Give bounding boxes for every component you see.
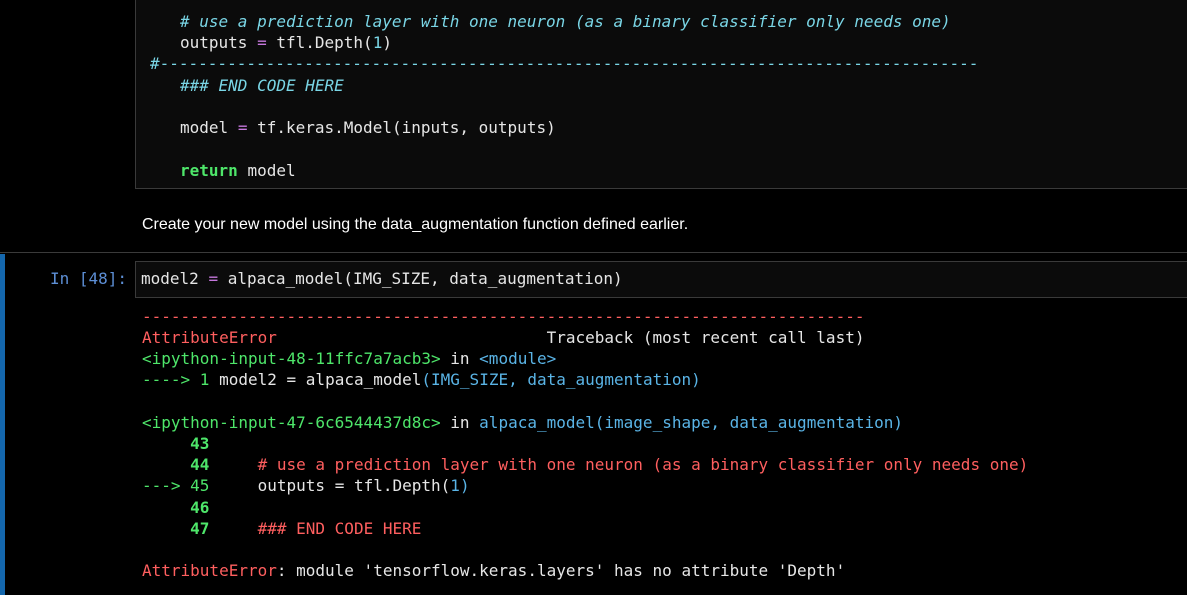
traceback-frame1-header: <ipython-input-48-11ffc7a7acb3> in <modu…: [142, 348, 556, 369]
line-code: outputs: [257, 476, 326, 495]
frame-in: in: [450, 413, 470, 432]
traceback-line-43: 43: [142, 433, 209, 454]
frame-code: =: [286, 370, 297, 389]
line-code: tfl.Depth(: [353, 476, 451, 495]
traceback-line-46: 46: [142, 497, 209, 518]
code-call: tfl.Depth(: [276, 33, 373, 52]
frame-module: <module>: [479, 349, 557, 368]
markdown-cell-text: Create your new model using the data_aug…: [142, 216, 689, 233]
code-keyword: return: [180, 161, 238, 180]
error-type: AttributeError: [142, 561, 277, 580]
cell-output: ----------------------------------------…: [142, 306, 1187, 595]
line-number: 47: [190, 519, 210, 538]
traceback-frame2-header: <ipython-input-47-6c6544437d8c> in alpac…: [142, 412, 903, 433]
code-line-outputs: outputs = tfl.Depth(1): [180, 32, 392, 53]
dash-rule: ----------------------------------------…: [142, 307, 865, 326]
code-comment: # use a prediction layer with one neuron…: [180, 12, 951, 31]
frame-file: <ipython-input-47-6c6544437d8c>: [142, 413, 441, 432]
frame-in: in: [450, 349, 470, 368]
line-code: ### END CODE HERE: [257, 519, 422, 538]
code-cell-input[interactable]: model2 = alpaca_model(IMG_SIZE, data_aug…: [135, 261, 1187, 298]
traceback-header: Traceback (most recent call last): [546, 328, 865, 347]
frame-function: alpaca_model: [479, 413, 595, 432]
code-line-comment: # use a prediction layer with one neuron…: [180, 11, 951, 32]
code-identifier: model: [180, 118, 229, 137]
code-identifier: model: [247, 161, 296, 180]
traceback-dash-line: ----------------------------------------…: [142, 306, 864, 327]
code-number: 1: [372, 33, 383, 52]
code-operator: =: [257, 33, 267, 52]
code-cell-previous[interactable]: # use a prediction layer with one neuron…: [135, 0, 1187, 189]
line-code-paren: ): [459, 476, 470, 495]
line-code: =: [334, 476, 345, 495]
code-paren: ): [382, 33, 392, 52]
error-type: AttributeError: [142, 328, 277, 347]
code-line-input[interactable]: model2 = alpaca_model(IMG_SIZE, data_aug…: [141, 268, 623, 289]
line-number: 46: [190, 498, 210, 517]
line-number: 43: [190, 434, 210, 453]
frame-arrow: ----> 1: [142, 370, 210, 389]
line-number: 45: [190, 476, 210, 495]
frame-file: <ipython-input-48-11ffc7a7acb3>: [142, 349, 441, 368]
traceback-header-line: AttributeError Traceback (most recent ca…: [142, 327, 864, 348]
code-identifier: model2: [141, 269, 199, 288]
final-error-line: AttributeError: module 'tensorflow.keras…: [142, 560, 845, 581]
cell-divider: [0, 252, 1187, 253]
error-message: : module 'tensorflow.keras.layers' has n…: [276, 561, 846, 580]
code-comment: ### END CODE HERE: [180, 76, 344, 95]
code-operator: =: [237, 118, 248, 137]
code-line-separator: #---------------------------------------…: [150, 53, 978, 74]
input-prompt: In [48]:: [50, 269, 128, 288]
code-call: alpaca_model(IMG_SIZE, data_augmentation…: [227, 269, 623, 288]
code-line-end-comment: ### END CODE HERE: [180, 75, 344, 96]
frame-code: alpaca_model: [305, 370, 422, 389]
code-line-model: model = tf.keras.Model(inputs, outputs): [180, 117, 556, 138]
frame-args: (image_shape, data_augmentation): [594, 413, 904, 432]
line-number: 44: [190, 455, 210, 474]
traceback-line-45: ---> 45 outputs = tfl.Depth(1): [142, 475, 470, 496]
frame-code-args: (IMG_SIZE, data_augmentation): [421, 370, 701, 389]
line-code: # use a prediction layer with one neuron…: [257, 455, 1029, 474]
code-line-return: return model: [180, 160, 296, 181]
frame-code: model2: [219, 370, 277, 389]
traceback-frame1-code: ----> 1 model2 = alpaca_model(IMG_SIZE, …: [142, 369, 701, 390]
active-cell-indicator: [0, 254, 5, 595]
code-identifier: outputs: [180, 33, 248, 52]
code-call: tf.keras.Model(inputs, outputs): [257, 118, 556, 137]
code-separator-comment: #---------------------------------------…: [150, 54, 979, 73]
traceback-line-44: 44 # use a prediction layer with one neu…: [142, 454, 1028, 475]
traceback-line-47: 47 ### END CODE HERE: [142, 518, 421, 539]
line-arrow: --->: [142, 476, 181, 495]
code-operator: =: [208, 269, 219, 288]
line-code-number: 1: [450, 476, 460, 495]
